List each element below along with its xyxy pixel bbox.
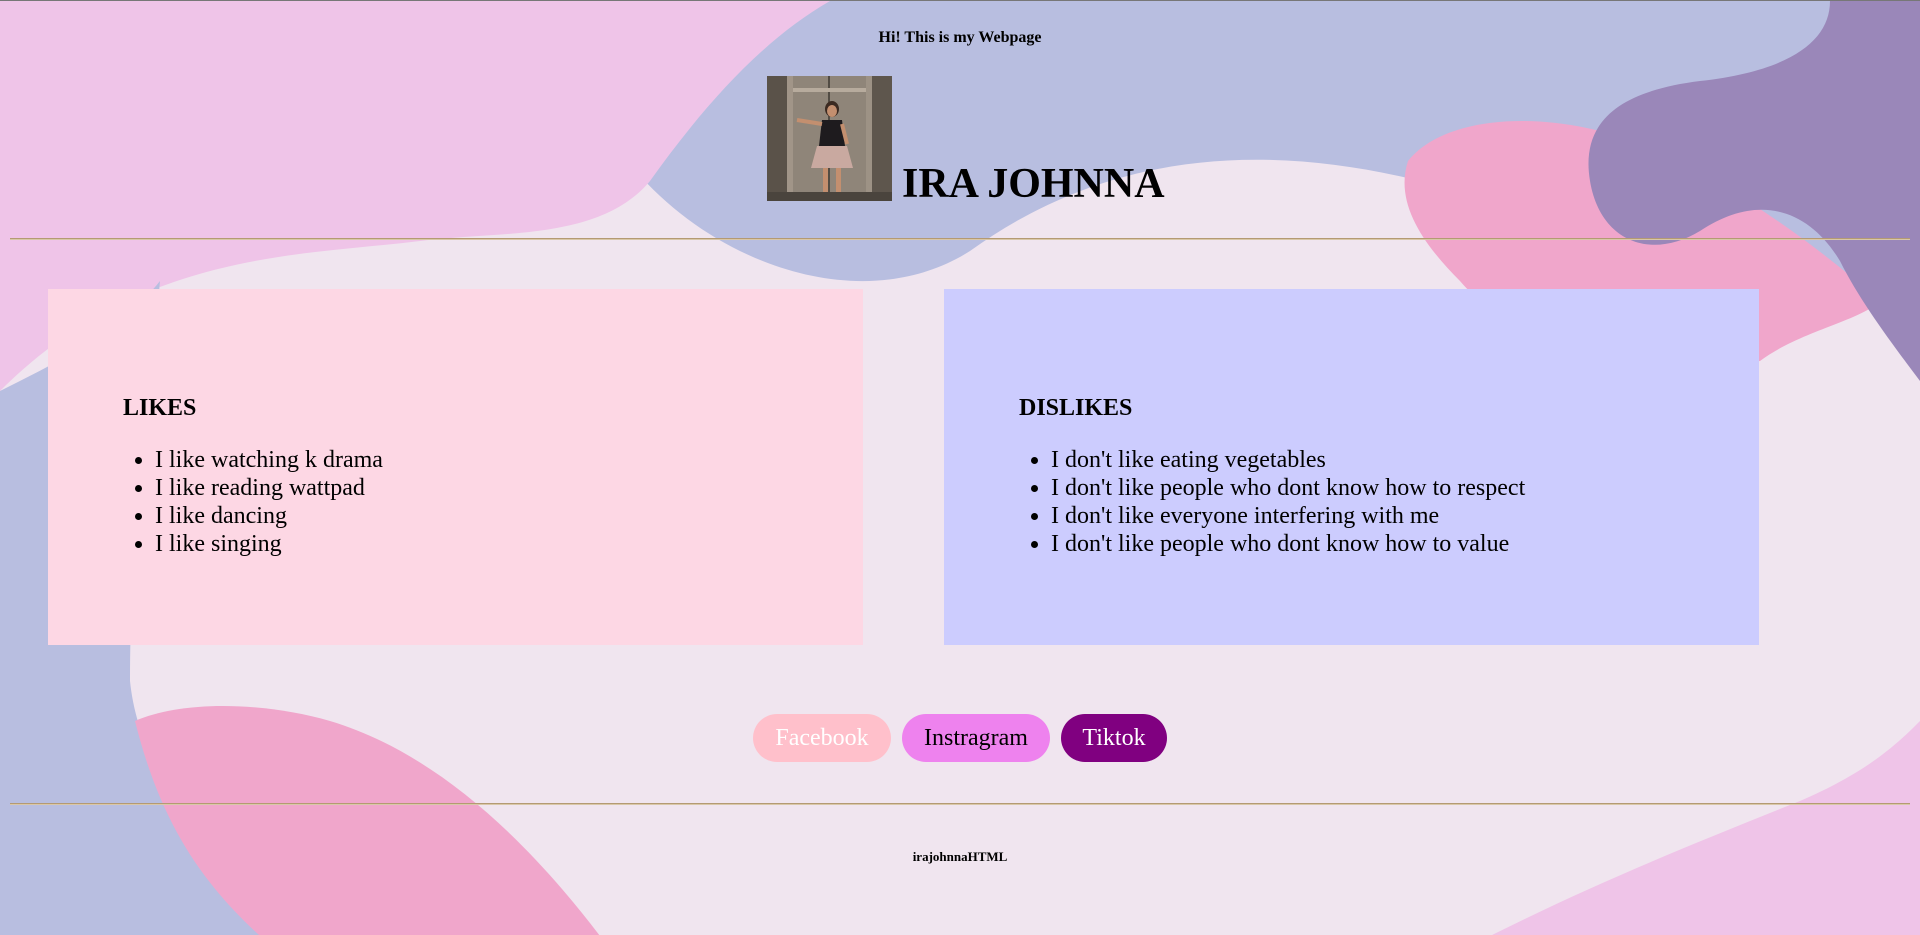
facebook-button[interactable]: Facebook bbox=[753, 714, 891, 762]
top-divider bbox=[10, 238, 1910, 240]
dislikes-list: I don't like eating vegetables I don't l… bbox=[1019, 446, 1759, 558]
dislikes-item: I don't like everyone interfering with m… bbox=[1051, 502, 1759, 530]
social-links: Facebook Instragram Tiktok bbox=[0, 714, 1920, 762]
footer-text: irajohnnaHTML bbox=[912, 849, 1008, 864]
profile-photo bbox=[767, 76, 892, 201]
bottom-divider bbox=[10, 803, 1910, 805]
tiktok-button[interactable]: Tiktok bbox=[1061, 714, 1167, 762]
dislikes-item: I don't like people who dont know how to… bbox=[1051, 474, 1759, 502]
dislikes-item: I don't like people who dont know how to… bbox=[1051, 530, 1759, 558]
likes-card: LIKES I like watching k drama I like rea… bbox=[48, 289, 863, 645]
likes-item: I like singing bbox=[155, 530, 863, 558]
instagram-button[interactable]: Instragram bbox=[902, 714, 1050, 762]
dislikes-item: I don't like eating vegetables bbox=[1051, 446, 1759, 474]
likes-item: I like dancing bbox=[155, 502, 863, 530]
likes-heading: LIKES bbox=[123, 395, 197, 421]
dislikes-card: DISLIKES I don't like eating vegetables … bbox=[944, 289, 1759, 645]
likes-item: I like reading wattpad bbox=[155, 474, 863, 502]
likes-list: I like watching k drama I like reading w… bbox=[123, 446, 863, 558]
dislikes-heading: DISLIKES bbox=[1019, 395, 1133, 421]
profile-name: IRA JOHNNA bbox=[902, 161, 1165, 207]
greeting-text: Hi! This is my Webpage bbox=[878, 29, 1042, 46]
likes-item: I like watching k drama bbox=[155, 446, 863, 474]
